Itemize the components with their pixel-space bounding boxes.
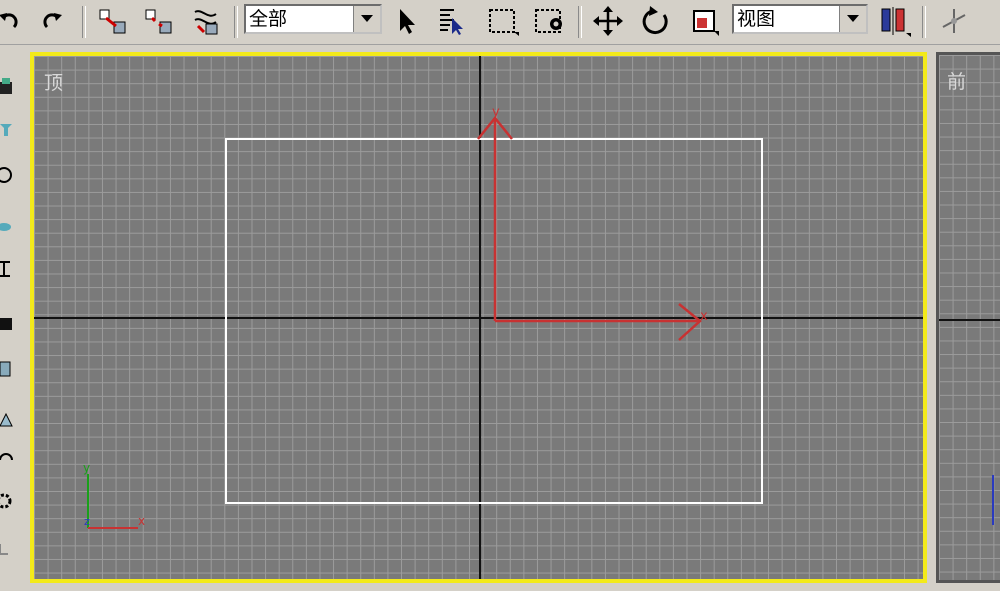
utilities-icon[interactable]: [0, 316, 18, 334]
transform-gizmo: [477, 116, 702, 341]
modify-icon[interactable]: [0, 120, 18, 138]
main-toolbar: 全部 视图: [0, 0, 1000, 45]
select-by-name-icon[interactable]: [434, 4, 470, 38]
chevron-down-icon[interactable]: [353, 6, 380, 32]
tripod-x-label: x: [138, 514, 145, 528]
bind-space-warp-icon[interactable]: [188, 4, 224, 38]
tripod-y-label: y: [83, 461, 90, 475]
front-viewport[interactable]: 前: [936, 52, 1000, 583]
light-tool-icon[interactable]: [0, 448, 18, 466]
mirror-icon[interactable]: [874, 4, 914, 38]
left-tool-strip: [0, 50, 22, 591]
gear-icon[interactable]: [0, 492, 18, 510]
reference-coord-dropdown[interactable]: 视图: [732, 4, 868, 34]
chevron-down-icon[interactable]: [839, 6, 866, 32]
misc-tool-icon[interactable]: [0, 540, 18, 558]
top-viewport-overlay: y x y x z: [34, 56, 923, 579]
scale-icon[interactable]: [686, 4, 722, 38]
select-object-icon[interactable]: [392, 4, 422, 38]
selection-filter-value: 全部: [249, 8, 288, 30]
hierarchy-icon[interactable]: [0, 166, 18, 184]
create-icon[interactable]: [0, 78, 18, 96]
selection-filter-dropdown[interactable]: 全部: [244, 4, 382, 34]
redo-icon[interactable]: [38, 4, 68, 38]
rectangular-selection-icon[interactable]: [484, 4, 522, 38]
front-viewport-overlay: [939, 319, 1000, 525]
axis-tripod: y x z: [83, 461, 145, 529]
undo-icon[interactable]: [0, 4, 22, 38]
unlink-icon[interactable]: [140, 4, 176, 38]
window-crossing-icon[interactable]: [530, 4, 568, 38]
top-viewport[interactable]: 顶 y x y x z: [30, 52, 927, 583]
select-link-icon[interactable]: [94, 4, 130, 38]
axis-constraint-icon[interactable]: [934, 4, 974, 38]
bottom-strip: [0, 583, 1000, 591]
tripod-z-label: z: [84, 515, 90, 528]
list-tool-icon[interactable]: [0, 360, 18, 378]
move-icon[interactable]: [590, 4, 626, 38]
shape-tool-icon[interactable]: [0, 412, 18, 430]
reference-coord-value: 视图: [737, 8, 776, 30]
gizmo-x-label: x: [700, 309, 708, 324]
motion-icon[interactable]: [0, 218, 18, 236]
gizmo-y-label: y: [492, 105, 500, 120]
rotate-icon[interactable]: [638, 4, 674, 38]
display-icon[interactable]: [0, 260, 18, 278]
